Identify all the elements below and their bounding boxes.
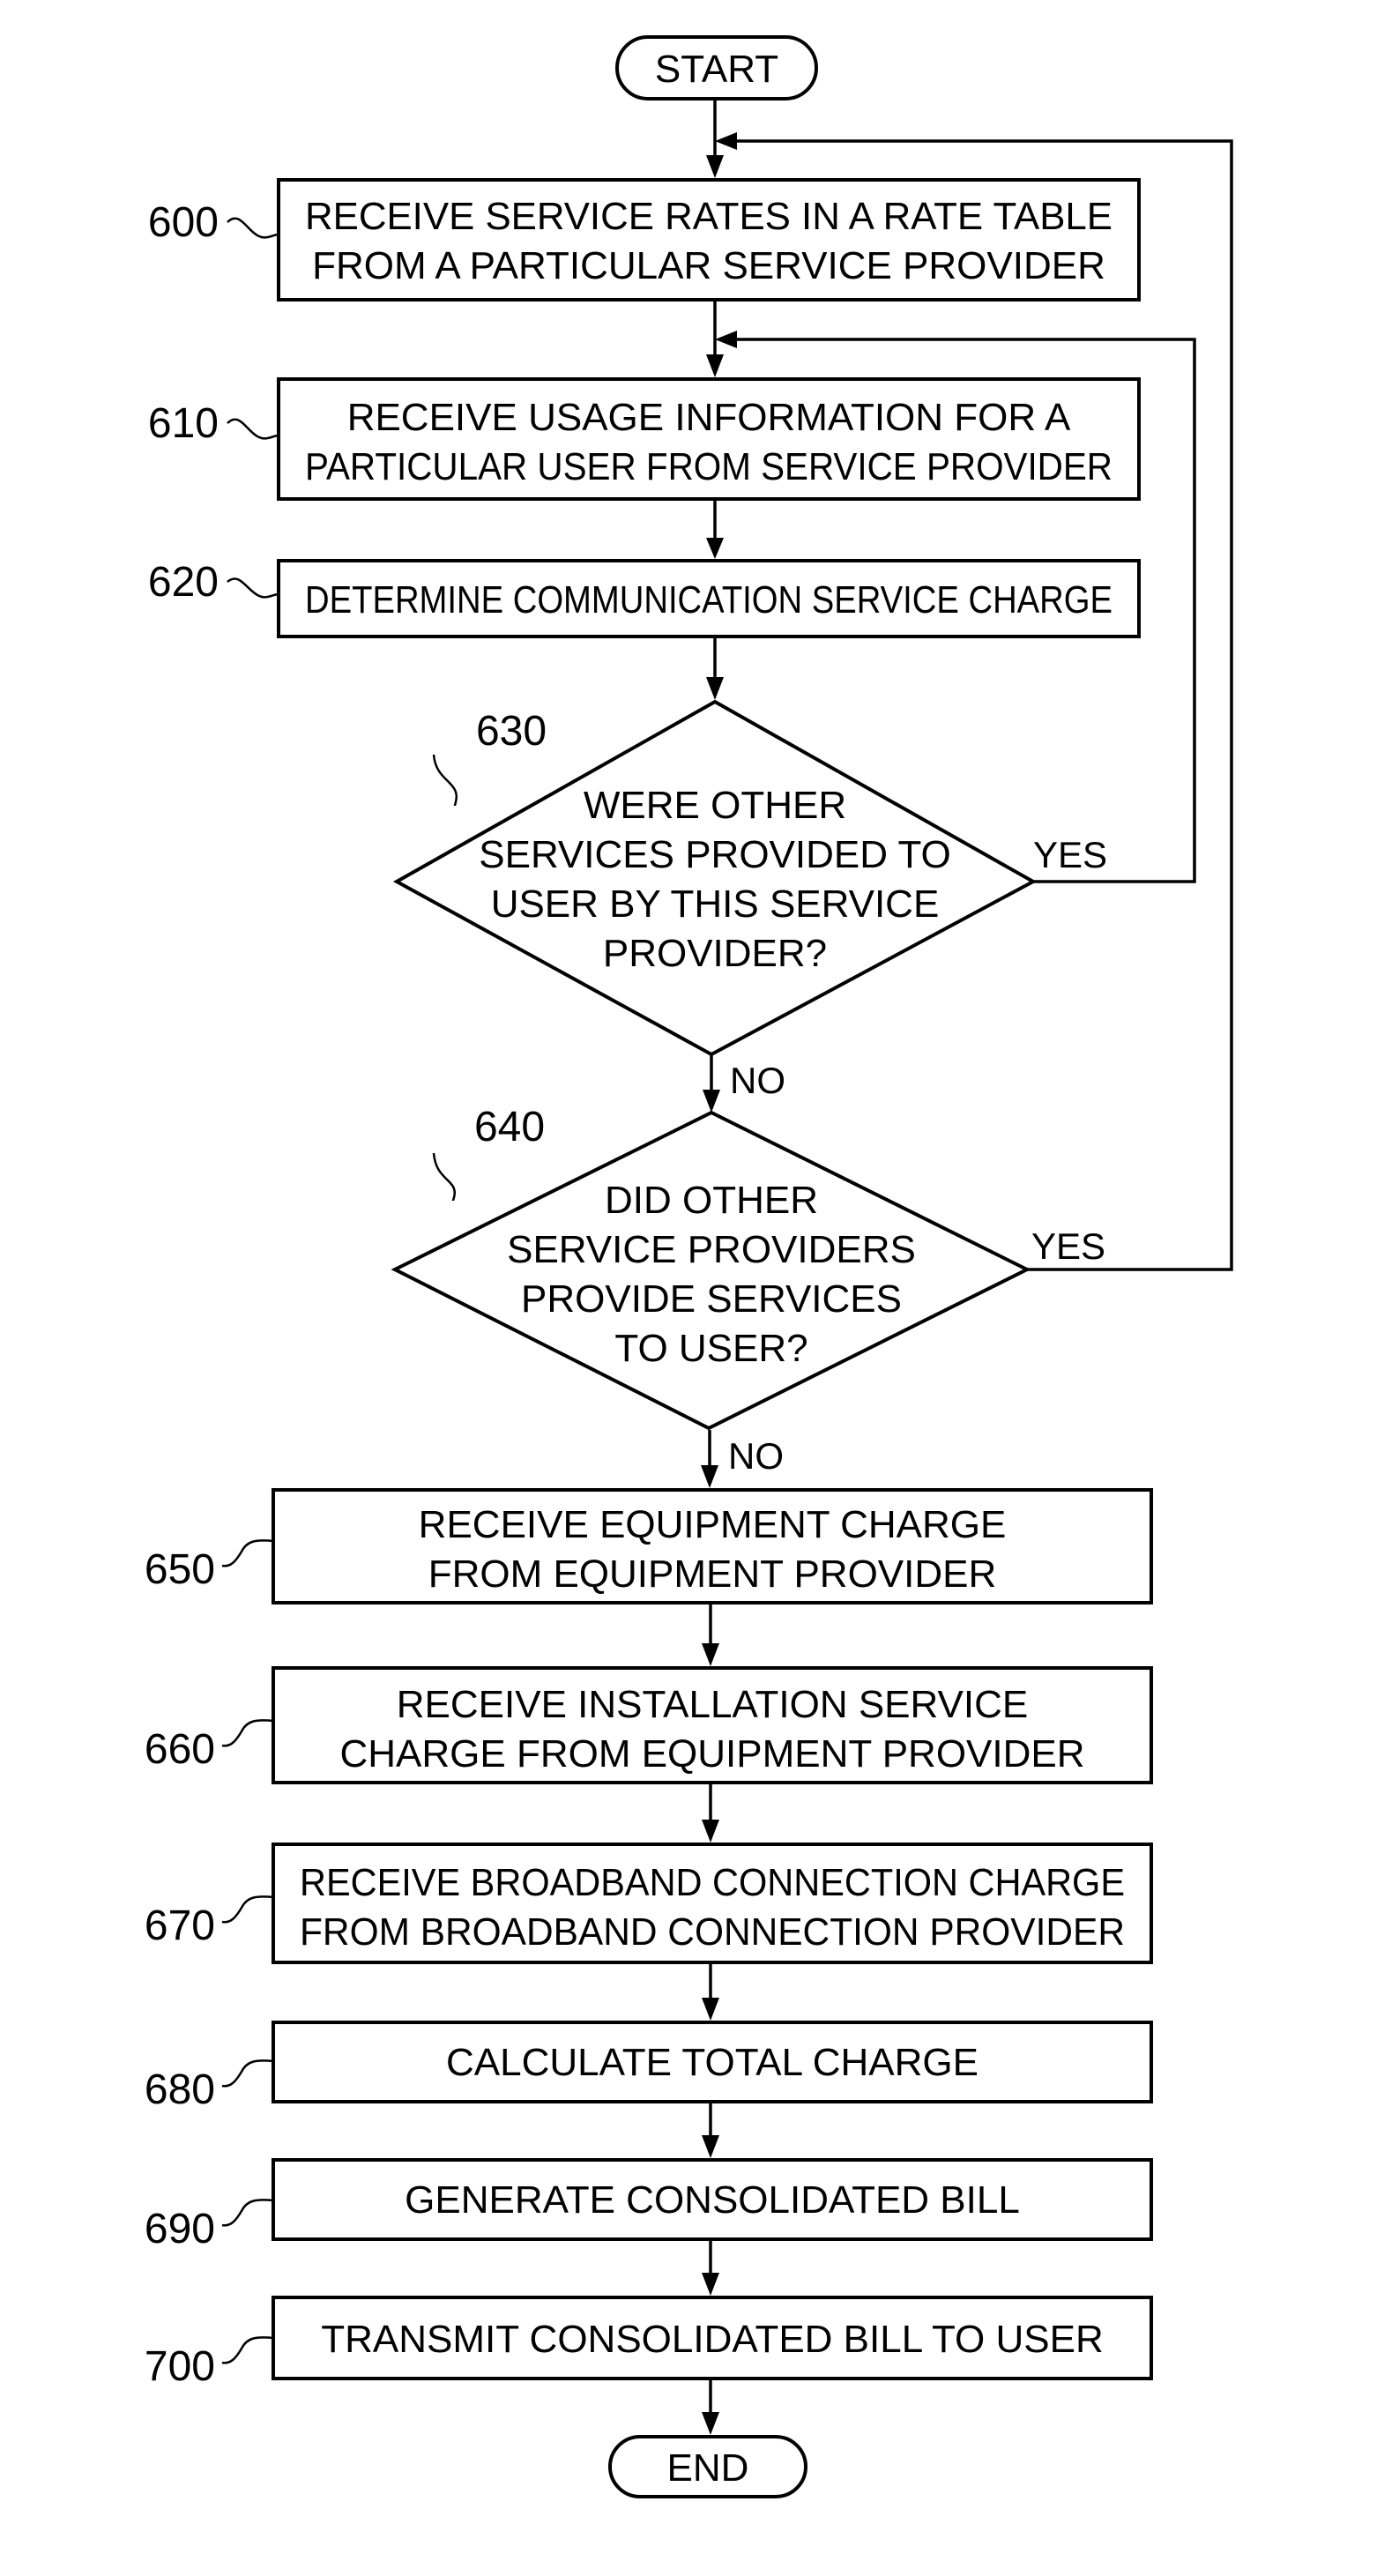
arrowhead-start-600	[706, 155, 724, 178]
step-610: RECEIVE USAGE INFORMATION FOR A PARTICUL…	[148, 377, 1141, 501]
leader-620	[227, 577, 279, 599]
step-620: DETERMINE COMMUNICATION SERVICE CHARGE 6…	[148, 559, 1141, 638]
decision-640-no-label: NO	[728, 1435, 784, 1477]
arrowhead-690-700	[702, 2273, 719, 2296]
step-660-line-2: CHARGE FROM EQUIPMENT PROVIDER	[339, 1732, 1084, 1776]
step-600: RECEIVE SERVICE RATES IN A RATE TABLE FR…	[148, 178, 1141, 302]
decision-630-line-1: WERE OTHER	[584, 784, 846, 827]
step-600-line-2: FROM A PARTICULAR SERVICE PROVIDER	[312, 244, 1105, 287]
connector-640-yes-loop	[730, 139, 1233, 1271]
ref-label-610: 610	[148, 400, 219, 447]
decision-630-yes-label: YES	[1033, 834, 1107, 875]
decision-630-line-4: PROVIDER?	[603, 932, 827, 975]
ref-label-630: 630	[476, 708, 547, 755]
step-700-line-1: TRANSMIT CONSOLIDATED BILL TO USER	[321, 2318, 1104, 2361]
arrowhead-650-660	[702, 1643, 719, 1666]
step-650-line-1: RECEIVE EQUIPMENT CHARGE	[419, 1503, 1007, 1546]
leader-630	[432, 754, 458, 807]
arrowhead-680-690	[702, 2135, 719, 2158]
leader-650	[221, 1539, 274, 1567]
step-650: RECEIVE EQUIPMENT CHARGE FROM EQUIPMENT …	[145, 1488, 1153, 1604]
step-610-line-1: RECEIVE USAGE INFORMATION FOR A	[347, 396, 1071, 439]
step-670-line-1: RECEIVE BROADBAND CONNECTION CHARGE	[300, 1861, 1125, 1904]
ref-label-670: 670	[145, 1902, 215, 1949]
decision-640-yes-label: YES	[1031, 1225, 1105, 1267]
arrowhead-700-end	[702, 2412, 719, 2435]
step-670-line-2: FROM BROADBAND CONNECTION PROVIDER	[300, 1910, 1125, 1954]
arrowhead-630-yes-loop	[715, 331, 737, 348]
leader-680	[221, 2059, 274, 2088]
leader-670	[221, 1895, 274, 1924]
step-600-line-1: RECEIVE SERVICE RATES IN A RATE TABLE	[305, 195, 1113, 238]
step-690-line-1: GENERATE CONSOLIDATED BILL	[405, 2178, 1020, 2222]
decision-630-line-2: SERVICES PROVIDED TO	[479, 833, 951, 876]
ref-label-680: 680	[145, 2066, 215, 2113]
decision-630: WERE OTHER SERVICES PROVIDED TO USER BY …	[392, 699, 1107, 1101]
leader-700	[221, 2336, 274, 2364]
decision-640: DID OTHER SERVICE PROVIDERS PROVIDE SERV…	[391, 1104, 1105, 1477]
step-620-line-1: DETERMINE COMMUNICATION SERVICE CHARGE	[305, 578, 1113, 622]
arrowhead-610-620	[706, 538, 724, 559]
arrowhead-630-640	[703, 1090, 720, 1113]
ref-label-660: 660	[145, 1726, 215, 1773]
flowchart: START RECEIVE SERVICE RATES IN A RATE TA…	[145, 35, 1233, 2498]
arrowhead-670-680	[702, 1998, 719, 2021]
step-610-line-2: PARTICULAR USER FROM SERVICE PROVIDER	[305, 445, 1113, 488]
decision-640-line-2: SERVICE PROVIDERS	[507, 1228, 916, 1271]
start-terminal: START	[615, 35, 818, 101]
arrowhead-640-650	[701, 1465, 718, 1488]
step-650-line-2: FROM EQUIPMENT PROVIDER	[428, 1552, 997, 1596]
arrowhead-600-610	[706, 354, 724, 377]
start-label: START	[655, 48, 778, 91]
leader-640	[432, 1152, 457, 1202]
step-660: RECEIVE INSTALLATION SERVICE CHARGE FROM…	[145, 1666, 1153, 1784]
ref-label-690: 690	[145, 2206, 215, 2252]
decision-640-line-1: DID OTHER	[605, 1179, 818, 1222]
decision-630-no-label: NO	[730, 1060, 785, 1101]
step-670: RECEIVE BROADBAND CONNECTION CHARGE FROM…	[145, 1843, 1153, 1964]
ref-label-650: 650	[145, 1546, 215, 1593]
leader-690	[221, 2199, 274, 2227]
decision-640-line-3: PROVIDE SERVICES	[521, 1277, 902, 1321]
ref-label-600: 600	[148, 199, 219, 246]
step-660-line-1: RECEIVE INSTALLATION SERVICE	[397, 1683, 1028, 1726]
step-680: CALCULATE TOTAL CHARGE 680	[145, 2021, 1153, 2113]
end-terminal: END	[608, 2435, 807, 2498]
arrowhead-640-yes-loop	[715, 132, 737, 150]
ref-label-620: 620	[148, 559, 219, 606]
leader-600	[227, 217, 279, 239]
step-690: GENERATE CONSOLIDATED BILL 690	[145, 2158, 1153, 2252]
decision-640-line-4: TO USER?	[614, 1327, 807, 1370]
step-700: TRANSMIT CONSOLIDATED BILL TO USER 700	[145, 2296, 1153, 2390]
arrowhead-660-670	[702, 1820, 719, 1843]
leader-660	[221, 1719, 274, 1747]
arrowhead-620-630	[706, 677, 724, 700]
decision-630-line-3: USER BY THIS SERVICE	[491, 882, 940, 926]
ref-label-700: 700	[145, 2343, 215, 2390]
step-680-line-1: CALCULATE TOTAL CHARGE	[446, 2041, 979, 2084]
leader-610	[227, 418, 279, 440]
ref-label-640: 640	[474, 1104, 545, 1150]
end-label: END	[667, 2446, 749, 2490]
